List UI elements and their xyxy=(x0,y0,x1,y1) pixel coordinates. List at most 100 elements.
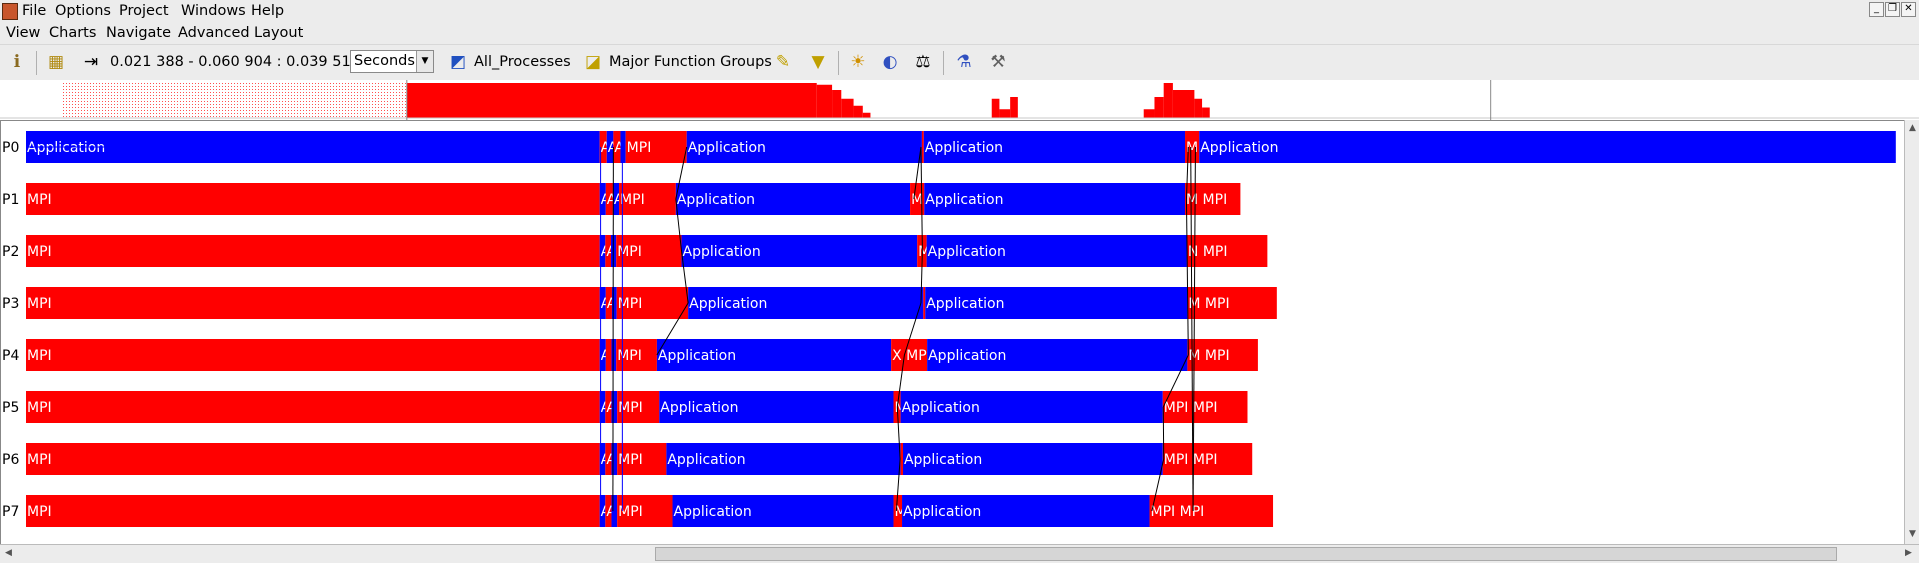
application-segment[interactable] xyxy=(620,131,625,163)
overview-bar xyxy=(854,106,863,118)
mpi-segment[interactable] xyxy=(26,235,600,267)
toolbar-separator xyxy=(838,51,839,75)
process-label[interactable]: P1 xyxy=(2,192,19,208)
minimize-icon[interactable]: _ xyxy=(1869,2,1884,17)
segment-label: MPI MPI xyxy=(1164,400,1218,416)
toolbar: ℹ ▦ ⇥ 0.021 388 - 0.060 904 : 0.039 516 … xyxy=(0,45,1919,81)
function-group-icon[interactable]: ◪ xyxy=(582,51,604,73)
menu-charts[interactable]: Charts xyxy=(49,25,96,41)
overview-dotted-region xyxy=(61,83,406,118)
overview-bar xyxy=(407,83,817,118)
segment-label: MPI xyxy=(620,192,645,208)
overview-strip[interactable] xyxy=(0,80,1919,121)
time-unit-value: Seconds xyxy=(354,53,415,69)
message-line[interactable] xyxy=(1186,199,1188,355)
segment-label: MPI MPI xyxy=(1151,504,1205,520)
process-label[interactable]: P4 xyxy=(2,348,19,364)
segment-label: MPI xyxy=(618,452,643,468)
balance-icon[interactable]: ⚖ xyxy=(912,51,934,73)
function-group-label[interactable]: Major Function Groups xyxy=(609,54,772,70)
scroll-up-icon[interactable]: ▲ xyxy=(1906,122,1919,135)
process-label[interactable]: P2 xyxy=(2,244,19,260)
timeline-icon[interactable]: ▦ xyxy=(45,51,67,73)
timeline-canvas: P0ApplicationAAAMPIApplicationApplicatio… xyxy=(1,121,1905,545)
application-segment[interactable] xyxy=(611,495,617,527)
process-filter-label[interactable]: All_Processes xyxy=(474,54,571,70)
menu-file[interactable]: File xyxy=(22,3,46,19)
process-label[interactable]: P6 xyxy=(2,452,19,468)
segment-label: Application xyxy=(925,192,1003,208)
close-icon[interactable]: ✕ xyxy=(1901,2,1916,17)
segment-label: Application xyxy=(688,140,766,156)
scroll-right-icon[interactable]: ▶ xyxy=(1902,547,1915,560)
segment-label: Application xyxy=(926,296,1004,312)
mpi-segment[interactable] xyxy=(26,287,600,319)
segment-label: MPI xyxy=(27,400,52,416)
restore-icon[interactable]: ❐ xyxy=(1885,2,1900,17)
tools-icon[interactable]: ⚒ xyxy=(987,51,1009,73)
overview-bar xyxy=(1202,108,1210,119)
segment-label: Application xyxy=(902,400,980,416)
segment-label: MPI xyxy=(617,348,642,364)
segment-label: MPI xyxy=(27,296,52,312)
scroll-down-icon[interactable]: ▼ xyxy=(1906,528,1919,541)
zoom-range-icon[interactable]: ⇥ xyxy=(80,51,102,73)
segment-label: Application xyxy=(27,140,105,156)
contrast-icon[interactable]: ◐ xyxy=(879,51,901,73)
time-unit-select[interactable]: Seconds ▼ xyxy=(350,50,434,73)
menu-help[interactable]: Help xyxy=(251,3,284,19)
mpi-segment[interactable] xyxy=(26,443,600,475)
overview-bar xyxy=(992,99,1000,118)
mpi-segment[interactable] xyxy=(922,131,924,163)
highlight-icon[interactable]: ✎ xyxy=(772,51,794,73)
chevron-down-icon[interactable]: ▼ xyxy=(416,51,433,72)
vertical-scrollbar[interactable]: ▲ ▼ xyxy=(1904,120,1919,544)
toolbar-separator xyxy=(36,51,37,75)
overview-bar xyxy=(841,99,853,118)
segment-label: MPI xyxy=(617,244,642,260)
segment-label: M MPI xyxy=(1186,192,1227,208)
mpi-segment[interactable] xyxy=(26,183,600,215)
menu-view[interactable]: View xyxy=(6,25,40,41)
overview-bar xyxy=(1173,90,1194,118)
segment-label: X MPI xyxy=(892,348,931,364)
application-segment[interactable] xyxy=(1199,131,1896,163)
toolbar-separator xyxy=(943,51,944,75)
mpi-segment[interactable] xyxy=(606,339,612,371)
wand-icon[interactable]: ⚗ xyxy=(953,51,975,73)
application-segment[interactable] xyxy=(611,391,617,423)
process-filter-icon[interactable]: ◩ xyxy=(447,51,469,73)
application-segment[interactable] xyxy=(611,443,617,475)
timeline-chart[interactable]: P0ApplicationAAAMPIApplicationApplicatio… xyxy=(0,120,1905,545)
process-label[interactable]: P0 xyxy=(2,140,19,156)
menu-advanced[interactable]: Advanced xyxy=(178,25,250,41)
mpi-segment[interactable] xyxy=(26,391,600,423)
menu-project[interactable]: Project xyxy=(119,3,169,19)
info-icon[interactable]: ℹ xyxy=(6,51,28,73)
scroll-left-icon[interactable]: ◀ xyxy=(2,547,15,560)
mpi-segment[interactable] xyxy=(26,339,600,371)
application-segment[interactable] xyxy=(611,339,616,371)
process-label[interactable]: P7 xyxy=(2,504,19,520)
menu-windows[interactable]: Windows xyxy=(181,3,246,19)
segment-label: MPI xyxy=(618,296,643,312)
menu-navigate[interactable]: Navigate xyxy=(106,25,171,41)
time-range-display: 0.021 388 - 0.060 904 : 0.039 516 xyxy=(110,54,360,70)
horizontal-scrollbar[interactable]: ◀ ▶ xyxy=(0,544,1919,563)
segment-label: Application xyxy=(928,348,1006,364)
mpi-segment[interactable] xyxy=(901,443,903,475)
overview-bar xyxy=(832,90,841,118)
filter-icon[interactable]: ▼ xyxy=(807,51,829,73)
process-label[interactable]: P5 xyxy=(2,400,19,416)
overview-bar xyxy=(1144,109,1155,118)
sun-icon[interactable]: ☀ xyxy=(847,51,869,73)
mpi-segment[interactable] xyxy=(923,287,925,319)
scroll-thumb[interactable] xyxy=(655,547,1837,561)
segment-label: MPI xyxy=(27,192,52,208)
segment-label: Application xyxy=(1200,140,1278,156)
mpi-segment[interactable] xyxy=(26,495,600,527)
menu-options[interactable]: Options xyxy=(55,3,111,19)
process-label[interactable]: P3 xyxy=(2,296,19,312)
segment-label: MPI xyxy=(27,348,52,364)
menu-layout[interactable]: Layout xyxy=(254,25,303,41)
